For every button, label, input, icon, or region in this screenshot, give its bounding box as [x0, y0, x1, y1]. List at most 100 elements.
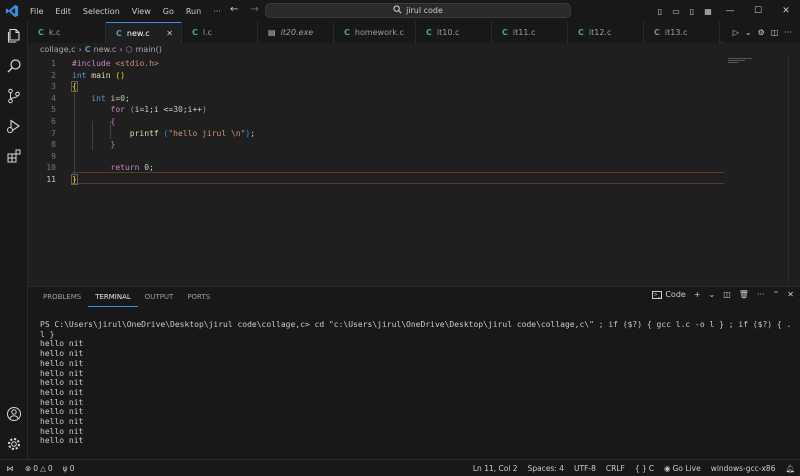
braces-icon: { }	[634, 464, 647, 473]
encoding-status[interactable]: UTF-8	[569, 464, 601, 473]
eol-status[interactable]: CRLF	[601, 464, 630, 473]
tab-it11-c[interactable]: C it11.c	[492, 22, 568, 43]
menu-file[interactable]: File	[24, 7, 49, 16]
terminal-line: hello nit	[40, 397, 84, 407]
terminal-line: hello nit	[40, 339, 84, 349]
activity-bar	[0, 22, 28, 459]
terminal-line: hello nit	[40, 407, 84, 417]
toggle-sidebar-icon[interactable]: ▯	[652, 7, 668, 16]
terminal-output[interactable]: PS C:\Users\jirul\OneDrive\Desktop\jirul…	[40, 320, 790, 460]
forward-arrow-icon[interactable]: →	[250, 4, 258, 15]
error-icon: ⊗	[25, 463, 32, 473]
extensions-icon[interactable]	[0, 144, 28, 168]
chevron-right-icon: ›	[119, 45, 123, 54]
c-file-icon: C	[344, 28, 350, 37]
indentation-status[interactable]: Spaces: 4	[523, 464, 569, 473]
terminal-icon: >_	[651, 290, 663, 299]
split-editor-icon[interactable]: ◫	[771, 28, 779, 37]
breadcrumb-folder[interactable]: collage,c	[40, 45, 76, 54]
breadcrumb-symbol[interactable]: main()	[136, 45, 162, 54]
menu-selection[interactable]: Selection	[77, 7, 126, 16]
tab-terminal[interactable]: TERMINAL	[88, 287, 138, 307]
notifications-bell-icon[interactable]: 🔔︎	[780, 464, 800, 473]
run-options-chevron-icon[interactable]: ⌄	[745, 28, 752, 37]
tab-new-c[interactable]: C new.c ✕	[106, 22, 182, 43]
accounts-icon[interactable]	[0, 402, 28, 426]
title-bar: File Edit Selection View Go Run ··· ← → …	[0, 0, 800, 22]
terminal-profile[interactable]: >_ Code	[651, 290, 686, 299]
code-text: #include <stdio.h>	[72, 59, 159, 68]
editor-scrollbar[interactable]	[788, 56, 800, 286]
tab-problems[interactable]: PROBLEMS	[36, 287, 88, 307]
terminal-line: hello nit	[40, 378, 84, 388]
more-actions-icon[interactable]: ···	[757, 290, 765, 299]
code-text: printf ("hello jirul \n");	[129, 128, 256, 138]
source-control-icon[interactable]	[0, 84, 28, 108]
tab-it12-c[interactable]: C it12.c	[568, 22, 644, 43]
close-tab-icon[interactable]: ✕	[166, 29, 173, 38]
back-arrow-icon[interactable]: ←	[230, 4, 238, 15]
terminal-line: hello nit	[40, 358, 84, 368]
remote-indicator-icon[interactable]: ⋈	[0, 460, 20, 476]
settings-gear-icon[interactable]: ⚙	[758, 28, 765, 37]
explorer-icon[interactable]	[0, 24, 28, 48]
new-terminal-icon[interactable]: +	[694, 290, 701, 299]
minimap[interactable]	[728, 58, 752, 70]
go-live-button[interactable]: ◉ Go Live	[659, 464, 706, 473]
code-line: 10 return 0;	[46, 163, 154, 173]
code-text: }	[110, 140, 116, 150]
more-actions-icon[interactable]: ···	[784, 28, 792, 37]
maximize-panel-chevron-icon[interactable]: ⌃	[773, 290, 780, 299]
maximize-icon[interactable]: ☐	[744, 6, 772, 16]
close-panel-icon[interactable]: ✕	[787, 290, 794, 299]
code-editor[interactable]: 1 #include <stdio.h> 2 int main () 3 { 4…	[28, 56, 800, 286]
c-file-icon: C	[116, 28, 122, 38]
menu-view[interactable]: View	[126, 7, 157, 16]
terminal-command: PS C:\Users\jirul\OneDrive\Desktop\jirul…	[40, 320, 790, 329]
kill-terminal-trash-icon[interactable]: 🗑	[739, 290, 749, 299]
cpp-configuration[interactable]: windows-gcc-x86	[706, 464, 781, 473]
language-mode[interactable]: { } C	[630, 464, 659, 473]
minimize-icon[interactable]: —	[716, 6, 744, 16]
code-line: 6 {	[51, 117, 116, 126]
menu-more[interactable]: ···	[207, 7, 227, 16]
split-terminal-icon[interactable]: ◫	[723, 290, 731, 299]
run-code-icon[interactable]: ▷	[733, 28, 739, 37]
terminal-dropdown-chevron-icon[interactable]: ⌄	[709, 290, 716, 299]
status-bar: ⋈ ⊗ 0 △ 0 ψ0 Ln 11, Col 2 Spaces: 4 UTF-8 …	[0, 459, 800, 476]
c-file-icon: C	[426, 28, 432, 37]
menu-run[interactable]: Run	[180, 7, 207, 16]
c-file-icon: C	[502, 28, 508, 37]
terminal-line: hello nit	[40, 387, 84, 397]
tab-it13-c[interactable]: C it13.c	[644, 22, 720, 43]
toggle-panel-icon[interactable]: ▭	[668, 7, 684, 16]
search-sidebar-icon[interactable]	[0, 54, 28, 78]
menu-edit[interactable]: Edit	[49, 7, 77, 16]
menu-go[interactable]: Go	[157, 7, 180, 16]
tab-it20-exe[interactable]: ▤ it20.exe	[258, 22, 334, 43]
breadcrumb-file[interactable]: new.c	[94, 45, 117, 54]
command-center-search[interactable]: jirul code	[265, 3, 571, 18]
tab-k-c[interactable]: C k.c	[28, 22, 106, 43]
code-line: 2 int main ()	[51, 70, 126, 80]
run-and-debug-icon[interactable]	[0, 114, 28, 138]
customize-layout-icon[interactable]: ▦	[700, 7, 716, 16]
tab-it10-c[interactable]: C it10.c	[416, 22, 492, 43]
search-icon	[393, 5, 402, 16]
manage-gear-icon[interactable]	[0, 432, 28, 456]
toggle-secondary-sidebar-icon[interactable]: ▯	[684, 7, 700, 16]
tab-homework-c[interactable]: C homework.c	[334, 22, 416, 43]
tab-ports[interactable]: PORTS	[180, 287, 217, 307]
breadcrumb: collage,c › C new.c › ⬡ main()	[28, 43, 162, 56]
code-line: 11 }	[46, 174, 78, 185]
ports-status[interactable]: ψ0	[58, 464, 80, 473]
close-window-icon[interactable]: ✕	[772, 6, 800, 16]
cursor-position[interactable]: Ln 11, Col 2	[468, 464, 523, 473]
chevron-right-icon: ›	[78, 45, 82, 54]
problems-status[interactable]: ⊗ 0 △ 0	[20, 464, 58, 473]
c-file-icon: C	[38, 28, 44, 37]
tab-output[interactable]: OUTPUT	[138, 287, 181, 307]
c-file-icon: C	[654, 28, 660, 37]
antenna-icon: ψ	[62, 463, 68, 473]
tab-l-c[interactable]: C l.c	[182, 22, 258, 43]
